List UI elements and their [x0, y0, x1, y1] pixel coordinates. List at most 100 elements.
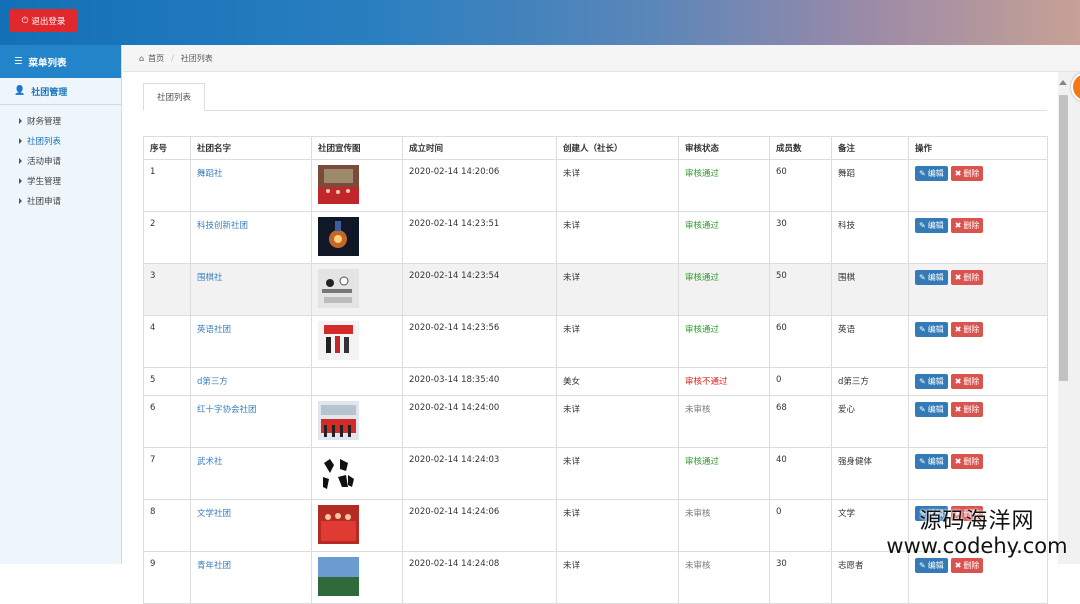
cell-status: 审核通过 [678, 263, 770, 316]
cell-note-text: 文学 [838, 509, 856, 519]
cell-image [311, 499, 403, 552]
cell-founded-text: 2020-03-14 18:35:40 [409, 375, 500, 385]
cell-creator: 未详 [556, 395, 679, 448]
delete-button[interactable]: ✖ 删除 [950, 322, 984, 337]
close-icon: ✖ [954, 221, 962, 230]
sidebar-group-club-management[interactable]: 👤 社团管理 [0, 78, 121, 105]
club-poster-image [318, 165, 359, 204]
cell-members: 60 [769, 159, 832, 212]
edit-button[interactable]: ✎ 编辑 [915, 558, 948, 573]
cell-name: 科技创新社团 [190, 211, 312, 264]
cell-note-text: 舞蹈 [838, 169, 856, 179]
delete-button[interactable]: ✖ 删除 [950, 218, 984, 233]
cell-actions: ✎ 编辑 ✖ 删除 [908, 315, 1048, 368]
breadcrumb-separator: / [171, 53, 174, 63]
power-icon: ⏻ [21, 15, 29, 26]
cell-members-text: 68 [776, 403, 787, 413]
edit-button[interactable]: ✎ 编辑 [915, 402, 948, 417]
cell-name-text[interactable]: 舞蹈社 [197, 169, 223, 179]
cell-status: 审核不通过 [678, 367, 770, 396]
sidebar-item[interactable]: 财务管理 [0, 111, 121, 131]
cell-founded: 2020-03-14 18:35:40 [402, 367, 557, 396]
edit-button[interactable]: ✎ 编辑 [915, 218, 948, 233]
breadcrumb-home[interactable]: 首页 [148, 53, 164, 64]
cell-name-text[interactable]: 英语社团 [197, 325, 231, 335]
cell-name: 青年社团 [190, 551, 312, 604]
cell-image [311, 159, 403, 212]
cell-members-text: 30 [776, 559, 787, 569]
cell-name-text[interactable]: 红十字协会社团 [197, 405, 257, 415]
cell-note-text: 科技 [838, 221, 856, 231]
cell-note: 英语 [831, 315, 909, 368]
delete-button[interactable]: ✖ 删除 [950, 402, 984, 417]
sidebar-item[interactable]: 学生管理 [0, 171, 121, 191]
delete-button[interactable]: ✖ 删除 [950, 454, 984, 469]
caret-right-icon [19, 178, 22, 184]
scroll-up-arrow-icon[interactable] [1059, 80, 1067, 85]
cell-members-text: 50 [776, 271, 787, 281]
edit-label: 编辑 [927, 405, 944, 414]
cell-founded: 2020-02-14 14:23:54 [402, 263, 557, 316]
sidebar-menu-title: 菜单列表 [28, 57, 67, 69]
cell-note-text: 强身健体 [838, 457, 873, 467]
home-icon: ⌂ [139, 53, 145, 63]
tab-club-list[interactable]: 社团列表 [143, 83, 205, 111]
sidebar-item[interactable]: 活动申请 [0, 151, 121, 171]
edit-button[interactable]: ✎ 编辑 [915, 166, 948, 181]
cell-name-text[interactable]: 围棋社 [197, 273, 223, 283]
sidebar-item[interactable]: 社团列表 [0, 131, 121, 151]
cell-creator: 未详 [556, 263, 679, 316]
cell-members: 40 [769, 447, 832, 500]
column-header: 创建人（社长） [556, 136, 679, 160]
pencil-icon: ✎ [919, 377, 926, 386]
delete-button[interactable]: ✖ 删除 [950, 374, 984, 389]
cell-note: 爱心 [831, 395, 909, 448]
cell-creator: 未详 [556, 315, 679, 368]
club-poster-image [318, 453, 359, 492]
scrollbar-thumb[interactable] [1059, 95, 1068, 381]
edit-button[interactable]: ✎ 编辑 [915, 270, 948, 285]
cell-name-text[interactable]: 科技创新社团 [197, 221, 248, 231]
cell-actions: ✎ 编辑 ✖ 删除 [908, 159, 1048, 212]
edit-button[interactable]: ✎ 编辑 [915, 374, 948, 389]
cell-founded: 2020-02-14 14:20:06 [402, 159, 557, 212]
delete-button[interactable]: ✖ 删除 [950, 270, 984, 285]
cell-creator: 未详 [556, 551, 679, 604]
cell-members-text: 30 [776, 219, 787, 229]
cell-name-text[interactable]: 文学社团 [197, 509, 231, 519]
cell-id: 2 [143, 211, 191, 264]
cell-members: 0 [769, 499, 832, 552]
cell-note-text: 志愿者 [838, 561, 864, 571]
delete-label: 删除 [963, 273, 980, 282]
club-image-icon [318, 165, 359, 204]
edit-button[interactable]: ✎ 编辑 [915, 454, 948, 469]
user-icon: 👤 [14, 86, 26, 96]
cell-name: 舞蹈社 [190, 159, 312, 212]
cell-name-text[interactable]: d第三方 [197, 377, 228, 387]
cell-name-text[interactable]: 青年社团 [197, 561, 231, 571]
column-header: 审核状态 [678, 136, 770, 160]
sidebar-item[interactable]: 社团申请 [0, 191, 121, 211]
cell-members-text: 60 [776, 167, 787, 177]
logout-button[interactable]: ⏻ 退出登录 [10, 9, 77, 32]
cell-name-text[interactable]: 武术社 [197, 457, 223, 467]
pencil-icon: ✎ [919, 273, 926, 282]
delete-button[interactable]: ✖ 删除 [950, 558, 984, 573]
logout-label: 退出登录 [31, 16, 66, 27]
cell-actions: ✎ 编辑 ✖ 删除 [908, 551, 1048, 604]
column-header: 社团宣传图 [311, 136, 403, 160]
caret-right-icon [19, 198, 22, 204]
cell-founded: 2020-02-14 14:24:00 [402, 395, 557, 448]
edit-button[interactable]: ✎ 编辑 [915, 322, 948, 337]
cell-founded: 2020-02-14 14:23:51 [402, 211, 557, 264]
table-row: 5 d第三方 2020-03-14 18:35:40 美女 审核不通过 0 d第三方 ✎ 编辑 ✖… [143, 367, 1048, 396]
column-header: 序号 [143, 136, 191, 160]
edit-label: 编辑 [927, 169, 944, 178]
sidebar-item-label: 财务管理 [27, 117, 62, 127]
close-icon: ✖ [954, 457, 962, 466]
watermark-line-1: 源码海洋网 [919, 509, 1035, 534]
cell-creator: 未详 [556, 447, 679, 500]
cell-id-text: 5 [150, 375, 156, 385]
close-icon: ✖ [954, 325, 962, 334]
delete-button[interactable]: ✖ 删除 [950, 166, 984, 181]
